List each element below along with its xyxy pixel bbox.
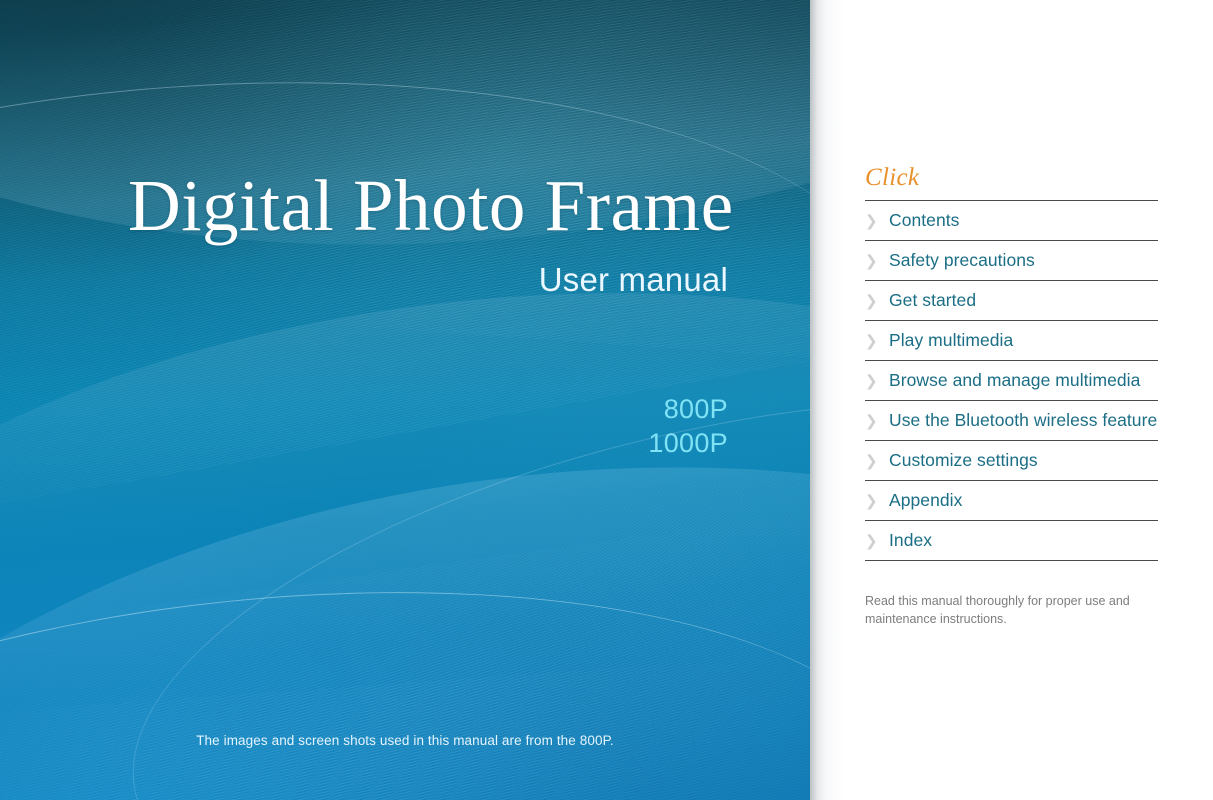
wave-texture-bottom [0, 646, 810, 800]
index-item-safety-precautions[interactable]: ❯ Safety precautions [865, 241, 1158, 281]
wave-texture-lower [0, 486, 810, 800]
index-item-label: Browse and manage multimedia [889, 370, 1141, 390]
index-heading: Click [865, 164, 920, 191]
cover-title: Digital Photo Frame [128, 165, 734, 246]
index-item-label: Play multimedia [889, 330, 1014, 350]
model-number-1000p: 1000P [648, 428, 728, 458]
model-number-800p: 800P [663, 394, 728, 424]
index-item-label: Get started [889, 290, 977, 310]
chevron-right-icon: ❯ [865, 492, 878, 510]
chevron-right-icon: ❯ [865, 332, 878, 350]
index-link-list: ❯ Contents ❯ Safety precautions ❯ Get started… [865, 200, 1158, 561]
index-item-get-started[interactable]: ❯ Get started [865, 281, 1158, 321]
chevron-right-icon: ❯ [865, 212, 878, 230]
index-panel: Click ❯ Contents ❯ Safety precautions ❯ Get s… [844, 0, 1213, 800]
index-item-index[interactable]: ❯ Index [865, 521, 1158, 561]
cover-subtitle: User manual [538, 261, 728, 298]
cover-artwork-panel: Digital Photo Frame User manual 800P 100… [0, 0, 810, 800]
index-item-label: Use the Bluetooth wireless feature [889, 410, 1158, 430]
index-item-label: Index [889, 530, 933, 550]
index-item-label: Customize settings [889, 450, 1038, 470]
cover-footnote: The images and screen shots used in this… [196, 733, 614, 748]
index-item-customize-settings[interactable]: ❯ Customize settings [865, 441, 1158, 481]
manual-cover-page: Digital Photo Frame User manual 800P 100… [0, 0, 1213, 800]
model-number-list: 800P 1000P [328, 392, 728, 460]
wave-edge-highlight-lower [0, 531, 810, 800]
index-item-appendix[interactable]: ❯ Appendix [865, 481, 1158, 521]
wave-band-middle [0, 223, 810, 800]
panel-divider-shadow [810, 0, 844, 800]
chevron-right-icon: ❯ [865, 532, 878, 550]
wave-texture-middle [285, 228, 810, 800]
index-item-play-multimedia[interactable]: ❯ Play multimedia [865, 321, 1158, 361]
index-item-label: Safety precautions [889, 250, 1035, 270]
chevron-right-icon: ❯ [865, 292, 878, 310]
wave-edge-highlight-inner [83, 303, 810, 800]
index-item-label: Contents [889, 210, 960, 230]
chevron-right-icon: ❯ [865, 452, 878, 470]
index-item-label: Appendix [889, 490, 963, 510]
wave-edge-highlight-upper [0, 37, 810, 696]
chevron-right-icon: ❯ [865, 252, 878, 270]
chevron-right-icon: ❯ [865, 372, 878, 390]
chevron-right-icon: ❯ [865, 412, 878, 430]
index-item-browse-and-manage-multimedia[interactable]: ❯ Browse and manage multimedia [865, 361, 1158, 401]
index-item-use-the-bluetooth-wireless-feature[interactable]: ❯ Use the Bluetooth wireless feature [865, 401, 1158, 441]
index-item-contents[interactable]: ❯ Contents [865, 201, 1158, 241]
index-footnote: Read this manual thoroughly for proper u… [865, 594, 1130, 626]
